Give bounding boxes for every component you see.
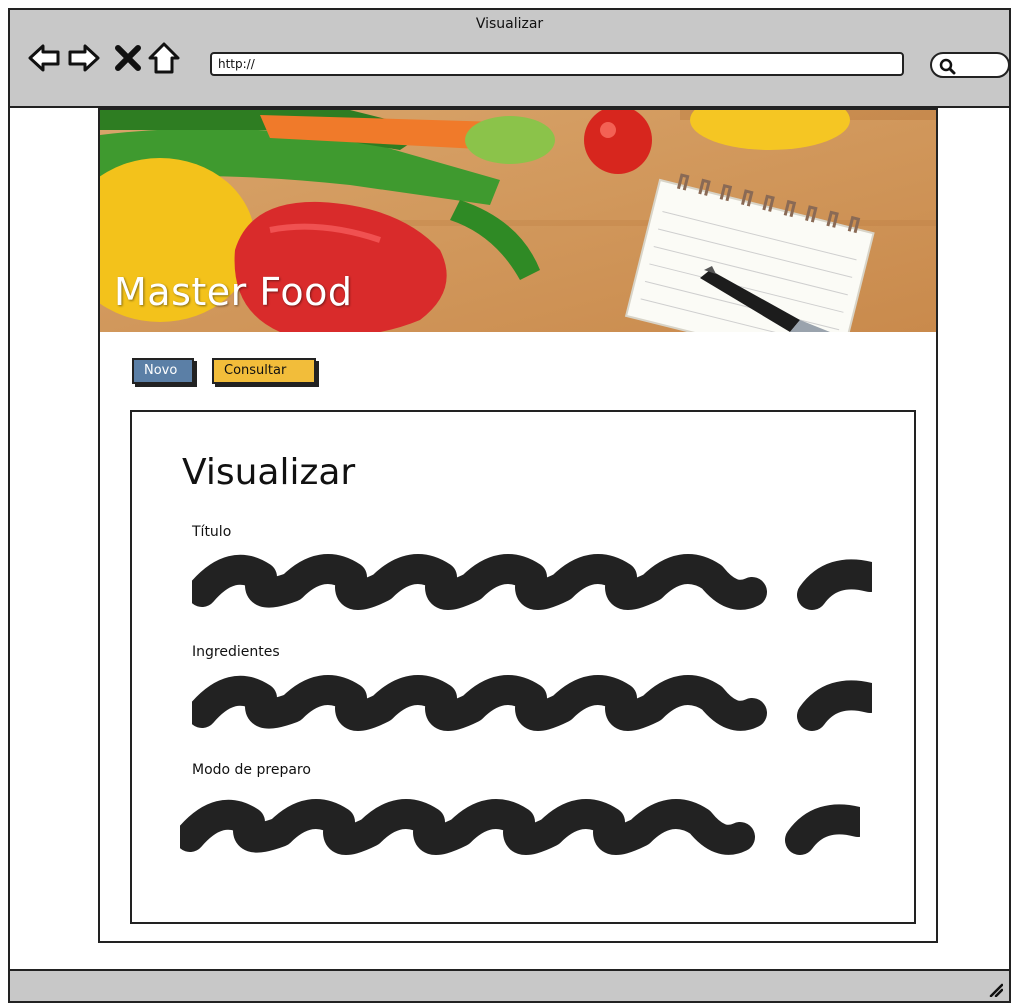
field-value-modo-de-preparo-redacted [180, 799, 860, 855]
novo-button[interactable]: Novo [132, 358, 194, 384]
field-value-titulo-redacted [192, 554, 872, 610]
field-value-ingredientes-redacted [192, 675, 872, 731]
browser-window: Visualizar http:// Master Food Novo Cons… [8, 8, 1011, 1003]
search-box[interactable] [930, 52, 1009, 78]
forward-arrow-icon[interactable] [66, 40, 102, 76]
window-title: Visualizar [475, 16, 544, 32]
page-content: Master Food Novo Consultar Visualizar Tí… [98, 108, 938, 943]
brand-title: Master Food [114, 270, 353, 314]
panel-title: Visualizar [182, 452, 356, 493]
url-input[interactable]: http:// [210, 52, 904, 76]
search-icon [939, 58, 956, 75]
status-bar [10, 969, 1009, 1001]
hero-banner: Master Food [100, 110, 936, 332]
field-label-ingredientes: Ingredientes [192, 644, 280, 660]
close-icon[interactable] [110, 40, 146, 76]
field-label-modo-de-preparo: Modo de preparo [192, 762, 311, 778]
field-label-titulo: Título [192, 524, 232, 540]
resize-grip-icon[interactable] [987, 981, 1003, 997]
back-arrow-icon[interactable] [26, 40, 62, 76]
visualizar-panel: Visualizar Título Ingredientes Modo de p… [130, 410, 916, 924]
browser-toolbar: Visualizar http:// [10, 10, 1009, 108]
home-icon[interactable] [146, 40, 182, 76]
consultar-button[interactable]: Consultar [212, 358, 316, 384]
